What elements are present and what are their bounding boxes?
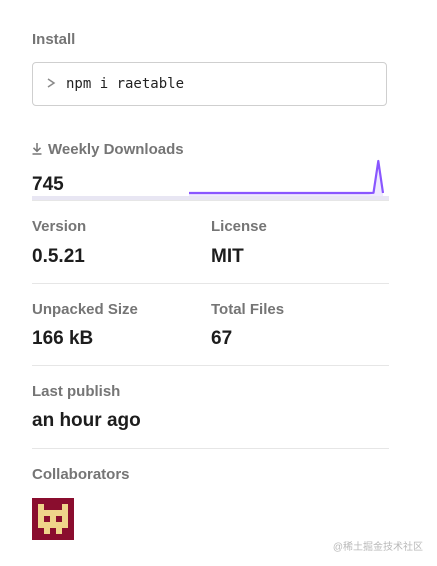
license-value: MIT <box>211 246 244 267</box>
weekly-downloads-value: 745 <box>32 174 64 195</box>
weekly-downloads-label: Weekly Downloads <box>32 141 184 159</box>
watermark: @稀土掘金技术社区 <box>332 542 423 553</box>
sparkline-line <box>189 159 384 195</box>
install-command-box[interactable]: npm i raetable <box>32 62 387 106</box>
collaborators-label: Collaborators <box>32 466 130 483</box>
collaborator-avatar[interactable] <box>32 498 74 540</box>
install-command[interactable]: npm i raetable <box>66 76 184 92</box>
license-label: License <box>211 218 267 235</box>
divider <box>32 448 389 449</box>
download-icon <box>32 142 42 159</box>
sparkline-area <box>189 161 383 196</box>
total-files-label: Total Files <box>211 301 285 318</box>
chevron-right-icon <box>47 76 56 92</box>
last-publish-value: an hour ago <box>32 410 141 431</box>
downloads-sparkline[interactable] <box>188 155 384 200</box>
version-label: Version <box>32 218 87 235</box>
unpacked-size-label: Unpacked Size <box>32 301 138 318</box>
total-files-value: 67 <box>211 328 233 349</box>
last-publish-label: Last publish <box>32 383 121 400</box>
unpacked-size-value: 166 kB <box>32 328 94 349</box>
install-label: Install <box>32 31 76 48</box>
divider <box>32 365 389 366</box>
version-value: 0.5.21 <box>32 246 85 267</box>
weekly-downloads-label-text: Weekly Downloads <box>48 141 184 158</box>
divider <box>32 283 389 284</box>
divider <box>32 200 389 201</box>
